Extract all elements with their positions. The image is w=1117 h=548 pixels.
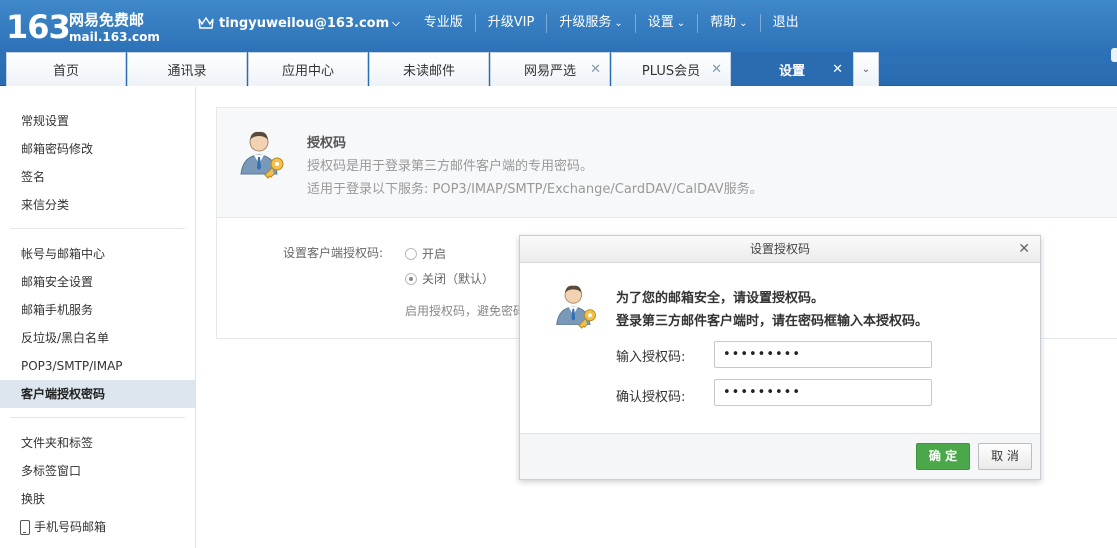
tab-home[interactable]: 首页	[6, 52, 126, 86]
sidebar-item-antispam[interactable]: 反垃圾/黑白名单	[0, 324, 195, 352]
tab-contacts[interactable]: 通讯录	[127, 52, 247, 86]
nav-settings[interactable]: 设置 ⌄	[634, 13, 697, 33]
confirm-auth-code-input[interactable]	[714, 379, 932, 406]
card-header: 授权码 授权码是用于登录第三方邮件客户端的专用密码。 适用于登录以下服务: PO…	[217, 108, 1117, 218]
top-nav: tingyuweilou@163.com ⌵ 专业版 升级VIP 升级服务 ⌄ 设…	[198, 12, 811, 34]
cancel-button[interactable]: 取 消	[978, 443, 1032, 470]
confirm-auth-code-label: 确认授权码:	[616, 390, 686, 405]
user-menu[interactable]: tingyuweilou@163.com ⌵	[198, 16, 412, 31]
sidebar-item-filters[interactable]: 来信分类	[0, 191, 195, 219]
close-icon[interactable]: ✕	[1018, 236, 1030, 263]
header: 163 网易免费邮 mail.163.com tingyuweilou@163.…	[0, 0, 1117, 86]
nav-upgrade-vip[interactable]: 升级VIP	[474, 14, 547, 32]
auth-code-input[interactable]	[714, 341, 932, 368]
radio-label: 关闭（默认）	[422, 272, 495, 286]
sidebar-item-phone-mail[interactable]: 手机号码邮箱	[0, 513, 195, 541]
radio-disable[interactable]: 关闭（默认）	[405, 270, 494, 287]
sidebar-item-mobile[interactable]: 邮箱手机服务	[0, 296, 195, 324]
radio-label: 开启	[422, 247, 447, 261]
nav-pro[interactable]: 专业版	[412, 14, 475, 32]
chevron-down-icon: ⌵	[392, 17, 400, 29]
sidebar-group-account: 帐号与邮箱中心 邮箱安全设置 邮箱手机服务 反垃圾/黑白名单 POP3/SMTP…	[0, 229, 195, 408]
nav-logout[interactable]: 退出	[759, 14, 811, 32]
crown-icon	[198, 16, 214, 29]
radio-enable[interactable]: 开启	[405, 245, 446, 262]
sidebar-item-password[interactable]: 邮箱密码修改	[0, 135, 195, 163]
user-key-icon	[240, 131, 284, 179]
client-auth-label: 设置客户端授权码:	[283, 246, 384, 260]
tab-settings[interactable]: 设置 ✕	[732, 52, 852, 86]
logo-domain: mail.163.com	[69, 30, 160, 44]
sidebar: 常规设置 邮箱密码修改 签名 来信分类 帐号与邮箱中心 邮箱安全设置 邮箱手机服…	[0, 87, 196, 548]
sidebar-item-signature[interactable]: 签名	[0, 163, 195, 191]
confirm-button[interactable]: 确 定	[916, 443, 970, 470]
sidebar-item-label: 手机号码邮箱	[34, 520, 107, 534]
sidebar-group-misc: 文件夹和标签 多标签窗口 换肤 手机号码邮箱	[0, 418, 195, 541]
nav-help[interactable]: 帮助 ⌄	[697, 13, 759, 33]
tab-yanxuan[interactable]: 网易严选 ✕	[490, 52, 610, 86]
tab-bar: 首页 通讯录 应用中心 未读邮件 网易严选 ✕ PLUS会员 ✕ 设置 ✕ ⌄	[6, 52, 879, 86]
close-icon[interactable]: ✕	[711, 62, 722, 77]
sidebar-item-skin[interactable]: 换肤	[0, 485, 195, 513]
card-note: 启用授权码，避免密码	[405, 304, 526, 318]
user-email: tingyuweilou@163.com	[219, 15, 390, 31]
tab-plus[interactable]: PLUS会员 ✕	[611, 52, 731, 86]
sidebar-item-multitab[interactable]: 多标签窗口	[0, 457, 195, 485]
radio-circle[interactable]	[405, 272, 417, 285]
chevron-down-icon: ⌄	[739, 17, 748, 29]
sidebar-item-account-center[interactable]: 帐号与邮箱中心	[0, 240, 195, 268]
set-auth-code-dialog: 设置授权码 ✕ 为了您的邮箱安全，请设置授权码。 登录第三方邮件客户端时，请在密…	[519, 235, 1041, 480]
sidebar-item-client-auth[interactable]: 客户端授权密码	[0, 380, 195, 408]
radio-circle[interactable]	[405, 247, 417, 260]
logo-name: 网易免费邮	[69, 11, 145, 29]
sidebar-item-pop3[interactable]: POP3/SMTP/IMAP	[0, 352, 195, 380]
chevron-down-icon: ⌄	[614, 17, 623, 29]
dialog-title: 设置授权码	[749, 242, 810, 256]
dialog-header: 设置授权码 ✕	[520, 236, 1040, 263]
card-services: 适用于登录以下服务: POP3/IMAP/SMTP/Exchange/CardD…	[307, 182, 763, 197]
auth-code-label: 输入授权码:	[616, 350, 686, 365]
chevron-down-icon: ⌄	[676, 17, 686, 29]
dialog-footer: 确 定 取 消	[520, 433, 1040, 479]
sidebar-group-general: 常规设置 邮箱密码修改 签名 来信分类	[0, 87, 195, 219]
sidebar-item-folders[interactable]: 文件夹和标签	[0, 429, 195, 457]
sidebar-item-security[interactable]: 邮箱安全设置	[0, 268, 195, 296]
user-key-icon	[556, 285, 596, 329]
card-description: 授权码是用于登录第三方邮件客户端的专用密码。	[307, 159, 594, 174]
phone-icon	[20, 519, 30, 535]
tab-unread[interactable]: 未读邮件	[369, 52, 489, 86]
card-title: 授权码	[307, 136, 347, 151]
close-icon[interactable]: ✕	[590, 62, 601, 77]
chevron-down-icon: ⌄	[861, 64, 871, 75]
sidebar-item-general[interactable]: 常规设置	[0, 107, 195, 135]
dialog-message-2: 登录第三方邮件客户端时，请在密码框输入本授权码。	[616, 314, 929, 329]
scroll-indicator	[1111, 48, 1117, 62]
dialog-message-1: 为了您的邮箱安全，请设置授权码。	[616, 291, 825, 306]
close-icon[interactable]: ✕	[832, 62, 843, 77]
nav-upgrade-service[interactable]: 升级服务 ⌄	[546, 13, 634, 33]
logo-number: 163	[6, 8, 71, 46]
tab-more-button[interactable]: ⌄	[853, 52, 879, 86]
tab-apps[interactable]: 应用中心	[248, 52, 368, 86]
